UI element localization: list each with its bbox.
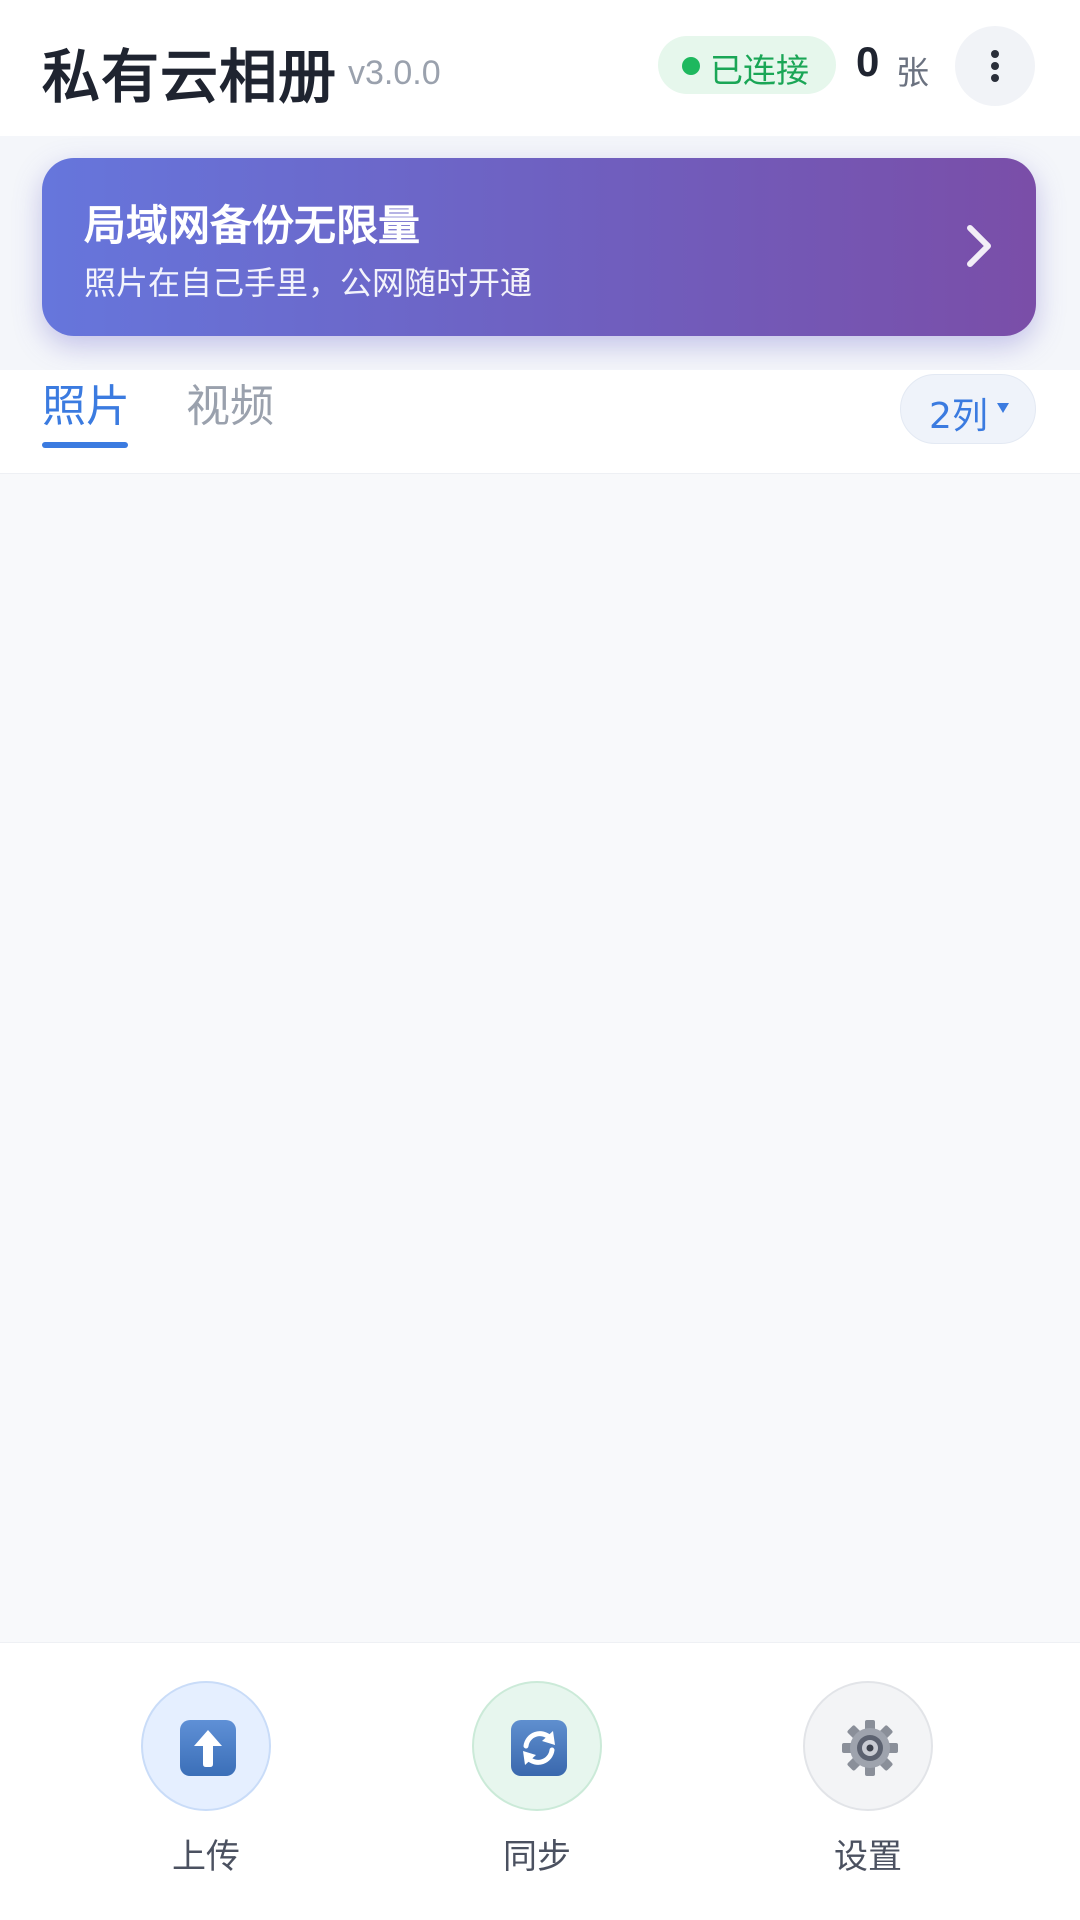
caret-down-icon <box>997 403 1009 413</box>
upload-icon <box>180 1720 236 1776</box>
tab-videos-label: 视频 <box>186 381 274 432</box>
promo-banner-subtitle: 照片在自己手里，公网随时开通 <box>84 264 533 302</box>
app-header: 私有云相册 v3.0.0 已连接 0 张 <box>0 0 1080 136</box>
sync-button[interactable]: 同步 <box>437 1681 637 1881</box>
settings-button-label: 设置 <box>834 1837 902 1877</box>
active-tab-indicator <box>42 442 128 448</box>
more-vertical-icon-dot <box>991 62 999 70</box>
connection-status-label: 已连接 <box>710 51 809 90</box>
more-vertical-icon <box>991 50 999 58</box>
settings-gear-icon <box>842 1720 898 1776</box>
sync-icon <box>511 1720 567 1776</box>
app-screen: 私有云相册 v3.0.0 已连接 0 张 局域网备份无限量 照片在自己手里，公网… <box>0 0 1080 1920</box>
upload-button-circle <box>141 1681 271 1811</box>
media-tabs: 照片 视频 2列 <box>0 370 1080 474</box>
app-title: 私有云相册 <box>42 43 338 111</box>
sync-button-label: 同步 <box>503 1837 571 1877</box>
bottom-action-bar: 上传 同步 设置 <box>0 1642 1080 1920</box>
grid-columns-label: 2列 <box>929 396 988 437</box>
tab-videos[interactable]: 视频 <box>186 370 274 470</box>
banner-area: 局域网备份无限量 照片在自己手里，公网随时开通 <box>0 136 1080 370</box>
connection-status-badge: 已连接 <box>658 36 836 94</box>
photo-grid-empty[interactable] <box>0 474 1080 1642</box>
grid-columns-dropdown[interactable]: 2列 <box>900 374 1036 444</box>
promo-banner[interactable]: 局域网备份无限量 照片在自己手里，公网随时开通 <box>42 158 1036 336</box>
status-dot-icon <box>682 57 700 75</box>
settings-button-circle <box>803 1681 933 1811</box>
tab-photos[interactable]: 照片 <box>42 370 130 470</box>
more-vertical-icon-dot <box>991 74 999 82</box>
photo-count-unit: 张 <box>896 53 929 92</box>
upload-button[interactable]: 上传 <box>106 1681 306 1881</box>
tab-photos-label: 照片 <box>42 381 130 432</box>
photo-count: 0 <box>856 38 880 85</box>
promo-banner-title: 局域网备份无限量 <box>84 201 421 250</box>
upload-button-label: 上传 <box>172 1837 240 1877</box>
sync-button-circle <box>472 1681 602 1811</box>
more-options-button[interactable] <box>955 26 1035 106</box>
settings-button[interactable]: 设置 <box>768 1681 968 1881</box>
chevron-right-icon <box>967 225 991 267</box>
app-version: v3.0.0 <box>348 54 441 92</box>
